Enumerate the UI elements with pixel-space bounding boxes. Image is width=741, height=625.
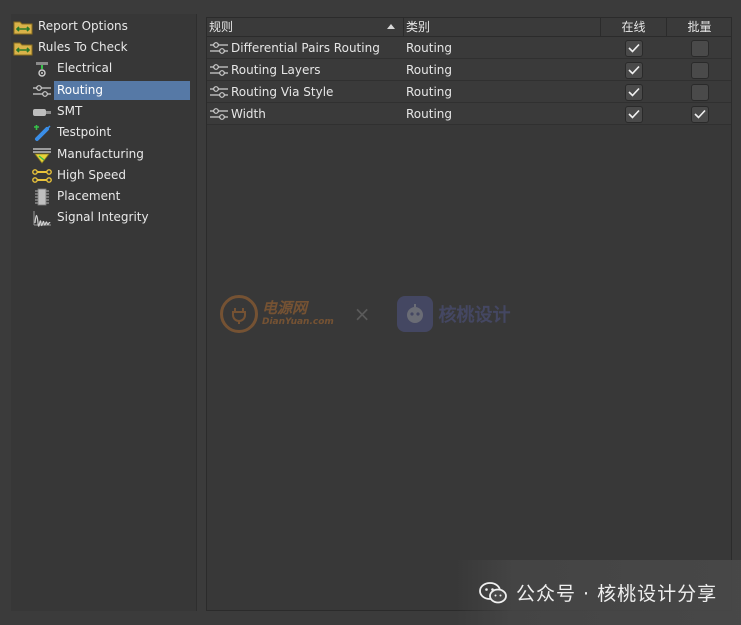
category-cell: Routing — [406, 63, 453, 77]
testpoint-icon — [32, 124, 52, 142]
online-cell — [601, 37, 667, 59]
tree-item-rules-to-check[interactable]: Rules To Check — [13, 37, 131, 58]
batch-cell — [667, 59, 732, 81]
tree-item-high-speed[interactable]: High Speed — [32, 165, 129, 186]
smt-icon — [32, 103, 52, 121]
batch-cell — [667, 37, 732, 59]
category-cell: Routing — [406, 85, 453, 99]
category-cell: Routing — [406, 107, 453, 121]
folder-rules-icon — [13, 39, 33, 57]
table-row[interactable]: Width Routing — [207, 103, 731, 125]
column-header-category[interactable]: 类别 — [404, 18, 601, 36]
sort-ascending-icon — [387, 24, 395, 29]
tree-item-report-options[interactable]: Report Options — [13, 16, 131, 37]
routing-rule-icon — [208, 106, 230, 122]
tree-item-electrical[interactable]: Electrical — [32, 58, 115, 79]
check-icon — [628, 87, 640, 97]
tree-item-label: SMT — [57, 104, 83, 118]
rule-name: Routing Layers — [231, 63, 321, 77]
batch-checkbox[interactable] — [690, 61, 709, 79]
online-cell — [601, 81, 667, 103]
online-checkbox[interactable] — [625, 105, 643, 123]
rule-category-tree: Report Options Rules To Check Electrical… — [11, 14, 197, 611]
placement-icon — [32, 188, 52, 206]
power-plug-logo-icon — [220, 295, 258, 333]
tree-item-smt[interactable]: SMT — [32, 101, 85, 122]
column-header-rule[interactable]: 规则 — [207, 18, 404, 36]
grid-header: 规则 类别 在线 批量 — [207, 18, 731, 37]
routing-rule-icon — [208, 40, 230, 56]
tree-item-manufacturing[interactable]: Manufacturing — [32, 144, 147, 165]
tree-item-label: Routing — [54, 81, 190, 100]
batch-cell — [667, 81, 732, 103]
check-icon — [693, 109, 706, 119]
online-cell — [601, 59, 667, 81]
electrical-icon — [32, 60, 52, 78]
rule-name: Routing Via Style — [231, 85, 334, 99]
rule-name-cell: Routing Layers — [207, 59, 403, 81]
tree-item-placement[interactable]: Placement — [32, 186, 123, 207]
watermark-brand-2: 核桃设计 — [438, 305, 511, 326]
tree-item-label: Rules To Check — [38, 40, 128, 54]
tree-item-testpoint[interactable]: Testpoint — [32, 122, 114, 143]
tree-item-label: Placement — [57, 189, 121, 203]
batch-checkbox[interactable] — [690, 83, 709, 101]
rule-name-cell: Width — [207, 103, 403, 125]
tree-item-label: Manufacturing — [57, 147, 144, 161]
watermark-separator: × — [353, 302, 371, 326]
wechat-icon — [479, 581, 507, 603]
design-rule-check-window: Report Options Rules To Check Electrical… — [0, 0, 741, 625]
table-row[interactable]: Routing Layers Routing — [207, 59, 731, 81]
tree-item-label: Electrical — [57, 61, 113, 75]
online-cell — [601, 103, 667, 125]
rule-name: Differential Pairs Routing — [231, 41, 380, 55]
routing-rule-icon — [208, 62, 230, 78]
category-cell: Routing — [406, 41, 453, 55]
routing-icon — [32, 82, 52, 100]
column-header-online[interactable]: 在线 — [601, 18, 667, 36]
online-checkbox[interactable] — [625, 39, 643, 57]
table-row[interactable]: Routing Via Style Routing — [207, 81, 731, 103]
bottom-watermark: 公众号 · 核桃设计分享 — [456, 560, 741, 625]
batch-checkbox[interactable] — [690, 105, 709, 123]
table-row[interactable]: Differential Pairs Routing Routing — [207, 37, 731, 59]
high-speed-icon — [32, 167, 52, 185]
rule-name: Width — [231, 107, 266, 121]
robot-logo-icon — [396, 296, 433, 332]
tree-item-label: High Speed — [57, 168, 127, 182]
online-checkbox[interactable] — [625, 61, 643, 79]
tree-item-routing[interactable]: Routing — [32, 80, 190, 101]
check-icon — [628, 65, 640, 75]
watermark-account-text: 公众号 · 核桃设计分享 — [516, 583, 718, 605]
check-icon — [628, 109, 640, 119]
tree-item-signal-integrity[interactable]: Signal Integrity — [32, 207, 152, 228]
batch-checkbox[interactable] — [690, 39, 709, 57]
rule-name-cell: Routing Via Style — [207, 81, 403, 103]
signal-integrity-icon — [32, 209, 52, 227]
center-watermark: 电源网 DianYuan.com × 核桃设计 — [220, 292, 511, 336]
rule-name-cell: Differential Pairs Routing — [207, 37, 403, 59]
tree-item-label: Signal Integrity — [57, 210, 149, 224]
tree-item-label: Report Options — [38, 19, 128, 33]
folder-rules-icon — [13, 18, 33, 36]
column-header-batch[interactable]: 批量 — [667, 18, 732, 36]
batch-cell — [667, 103, 732, 125]
check-icon — [628, 43, 640, 53]
watermark-brand-1: 电源网 DianYuan.com — [262, 299, 334, 328]
tree-item-label: Testpoint — [57, 125, 112, 139]
routing-rule-icon — [208, 84, 230, 100]
online-checkbox[interactable] — [625, 83, 643, 101]
manufacturing-icon — [32, 146, 52, 164]
